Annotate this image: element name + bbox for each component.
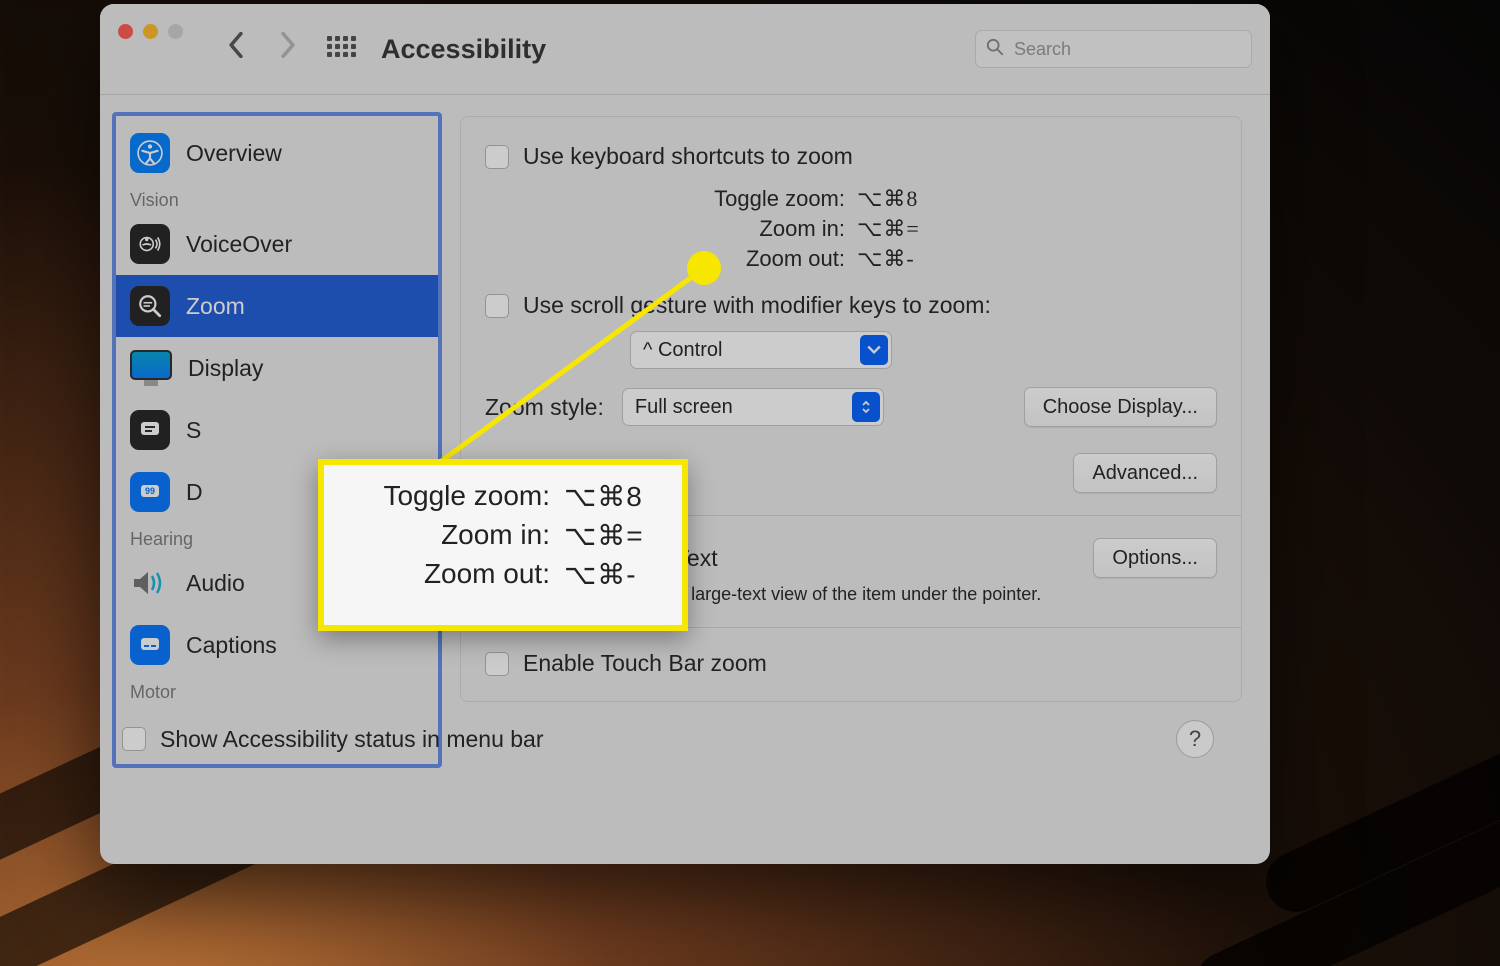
sidebar-item-display[interactable]: Display — [116, 337, 438, 399]
sidebar-item-label: Zoom — [186, 293, 245, 320]
spoken-content-icon — [130, 410, 170, 450]
sidebar-item-label: Overview — [186, 140, 282, 167]
shortcut-list: Toggle zoom: ⌥⌘8 Zoom in: ⌥⌘= Zoom out: … — [485, 184, 1217, 274]
sidebar-item-overview[interactable]: Overview — [116, 122, 438, 184]
choose-display-button[interactable]: Choose Display... — [1024, 387, 1217, 427]
zoom-out-label: Zoom out: — [505, 246, 845, 272]
audio-icon — [130, 563, 170, 603]
enable-touchbar-zoom-label: Enable Touch Bar zoom — [523, 650, 767, 677]
use-scroll-gesture-label: Use scroll gesture with modifier keys to… — [523, 292, 991, 319]
search-input[interactable] — [1012, 38, 1241, 61]
accessibility-icon — [130, 133, 170, 173]
search-field[interactable] — [975, 30, 1252, 68]
hover-text-options-button[interactable]: Options... — [1093, 538, 1217, 578]
zoom-style-value: Full screen — [635, 396, 733, 419]
zoom-window-button[interactable] — [168, 24, 183, 39]
callout-toggle-keys: ⌥⌘8 — [564, 480, 664, 513]
sidebar-item-voiceover[interactable]: VoiceOver — [116, 213, 438, 275]
use-keyboard-shortcuts-label: Use keyboard shortcuts to zoom — [523, 143, 853, 170]
enable-touchbar-zoom-checkbox[interactable] — [485, 652, 509, 676]
display-icon — [130, 350, 172, 380]
modifier-key-value: ^ Control — [643, 339, 722, 362]
sidebar-item-zoom[interactable]: Zoom — [116, 275, 438, 337]
sidebar-section-motor: Motor — [116, 676, 438, 705]
use-scroll-gesture-row: Use scroll gesture with modifier keys to… — [485, 292, 1217, 319]
sidebar-item-label: Audio — [186, 570, 245, 597]
callout-zoom-shortcuts: Toggle zoom: ⌥⌘8 Zoom in: ⌥⌘= Zoom out: … — [318, 459, 688, 631]
zoom-in-keys: ⌥⌘= — [857, 216, 927, 242]
zoom-style-label: Zoom style: — [485, 394, 604, 421]
close-window-button[interactable] — [118, 24, 133, 39]
sidebar: Overview Vision VoiceOver Zoom — [112, 112, 442, 768]
use-keyboard-shortcuts-checkbox[interactable] — [485, 145, 509, 169]
sidebar-item-label: S — [186, 417, 201, 444]
show-status-menubar-checkbox[interactable] — [122, 727, 146, 751]
zoom-in-label: Zoom in: — [505, 216, 845, 242]
zoom-style-select[interactable]: Full screen — [622, 388, 884, 426]
back-button[interactable] — [217, 32, 255, 66]
window-title: Accessibility — [381, 34, 546, 65]
show-status-menubar-label: Show Accessibility status in menu bar — [160, 726, 544, 753]
search-icon — [986, 38, 1004, 61]
help-button[interactable]: ? — [1176, 720, 1214, 758]
forward-button[interactable] — [269, 32, 307, 66]
use-keyboard-shortcuts-row: Use keyboard shortcuts to zoom — [485, 143, 1217, 170]
sidebar-item-label: Captions — [186, 632, 277, 659]
sidebar-item-label: Display — [188, 355, 263, 382]
captions-icon — [130, 625, 170, 665]
sidebar-section-vision: Vision — [116, 184, 438, 213]
callout-toggle-label: Toggle zoom: — [342, 480, 550, 513]
show-all-prefs-button[interactable] — [327, 36, 353, 62]
toolbar: Accessibility — [100, 4, 1270, 95]
use-scroll-gesture-checkbox[interactable] — [485, 294, 509, 318]
callout-out-keys: ⌥⌘- — [564, 558, 664, 591]
sidebar-item-spoken-content[interactable]: S — [116, 399, 438, 461]
zoom-icon — [130, 286, 170, 326]
sidebar-item-label: VoiceOver — [186, 231, 292, 258]
voiceover-icon — [130, 224, 170, 264]
system-preferences-window: Accessibility Overview Vision — [100, 4, 1270, 864]
zoom-out-keys: ⌥⌘- — [857, 246, 927, 272]
svg-text:99: 99 — [145, 486, 155, 496]
callout-in-label: Zoom in: — [342, 519, 550, 552]
toggle-zoom-label: Toggle zoom: — [505, 186, 845, 212]
window-controls — [118, 24, 183, 39]
callout-in-keys: ⌥⌘= — [564, 519, 664, 552]
descriptions-icon: 99 — [130, 472, 170, 512]
chevron-down-icon — [860, 335, 888, 365]
toggle-zoom-keys: ⌥⌘8 — [857, 186, 927, 212]
minimize-window-button[interactable] — [143, 24, 158, 39]
callout-out-label: Zoom out: — [342, 558, 550, 591]
modifier-key-select[interactable]: ^ Control — [630, 331, 892, 369]
footer: Show Accessibility status in menu bar ? — [100, 702, 1242, 758]
sidebar-item-label: D — [186, 479, 203, 506]
updown-stepper-icon — [852, 392, 880, 422]
advanced-button[interactable]: Advanced... — [1073, 453, 1217, 493]
